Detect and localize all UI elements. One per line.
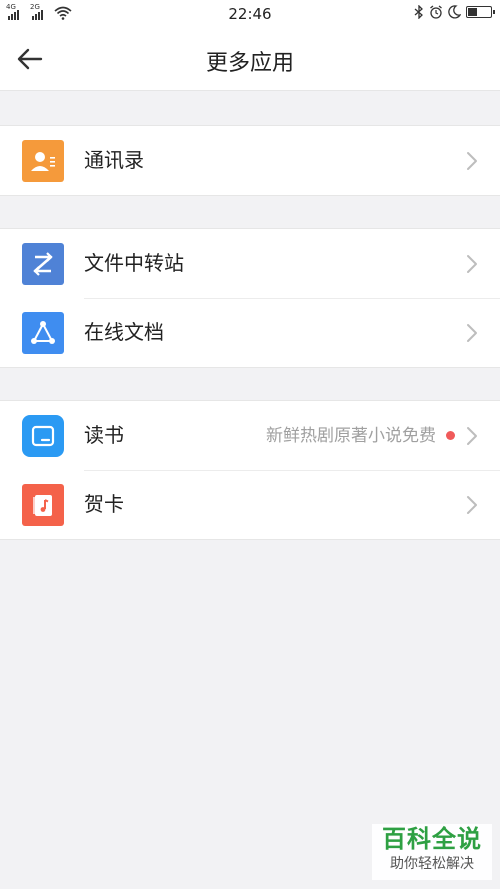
list-item-label: 贺卡 (84, 492, 124, 516)
greeting-card-icon (22, 484, 64, 526)
notification-badge (446, 431, 455, 440)
nav-bar: 更多应用 (0, 28, 500, 91)
promo-subtitle: 新鲜热剧原著小说免费 (266, 426, 436, 446)
list-item-label: 文件中转站 (84, 251, 184, 275)
list-item-label: 在线文档 (84, 320, 164, 344)
list-item-online-docs[interactable]: 在线文档 (0, 298, 500, 367)
chevron-right-icon (467, 427, 477, 445)
alarm-icon (430, 5, 442, 19)
battery-icon (466, 6, 495, 18)
app-group-3: 读书 新鲜热剧原著小说免费 贺卡 (0, 400, 500, 540)
page-title: 更多应用 (205, 51, 294, 76)
watermark-subtitle: 助你轻松解决 (390, 856, 474, 872)
chevron-right-icon (467, 152, 477, 170)
chevron-right-icon (467, 324, 477, 342)
back-arrow-icon (17, 48, 43, 70)
watermark: 百科全说 助你轻松解决 (372, 824, 492, 880)
list-item-contacts[interactable]: 通讯录 (0, 126, 500, 195)
status-icons (414, 5, 495, 19)
back-button[interactable] (14, 43, 46, 75)
chevron-right-icon (467, 255, 477, 273)
app-group-2: 文件中转站 在线文档 (0, 228, 500, 368)
moon-icon (448, 5, 461, 19)
list-item-label: 读书 (84, 423, 124, 447)
file-transfer-icon (22, 243, 64, 285)
watermark-title: 百科全说 (382, 825, 482, 853)
app-group-1: 通讯录 (0, 125, 500, 196)
status-bar: 4G 2G 22:46 (0, 0, 500, 28)
list-item-label: 通讯录 (84, 148, 144, 172)
list-item-file-transfer[interactable]: 文件中转站 (0, 229, 500, 298)
list-item-reading[interactable]: 读书 新鲜热剧原著小说免费 (0, 401, 500, 470)
online-docs-icon (22, 312, 64, 354)
chevron-right-icon (467, 496, 477, 514)
list-item-greeting-card[interactable]: 贺卡 (0, 470, 500, 539)
reading-icon (22, 415, 64, 457)
bluetooth-icon (414, 5, 423, 19)
contacts-icon (22, 140, 64, 182)
